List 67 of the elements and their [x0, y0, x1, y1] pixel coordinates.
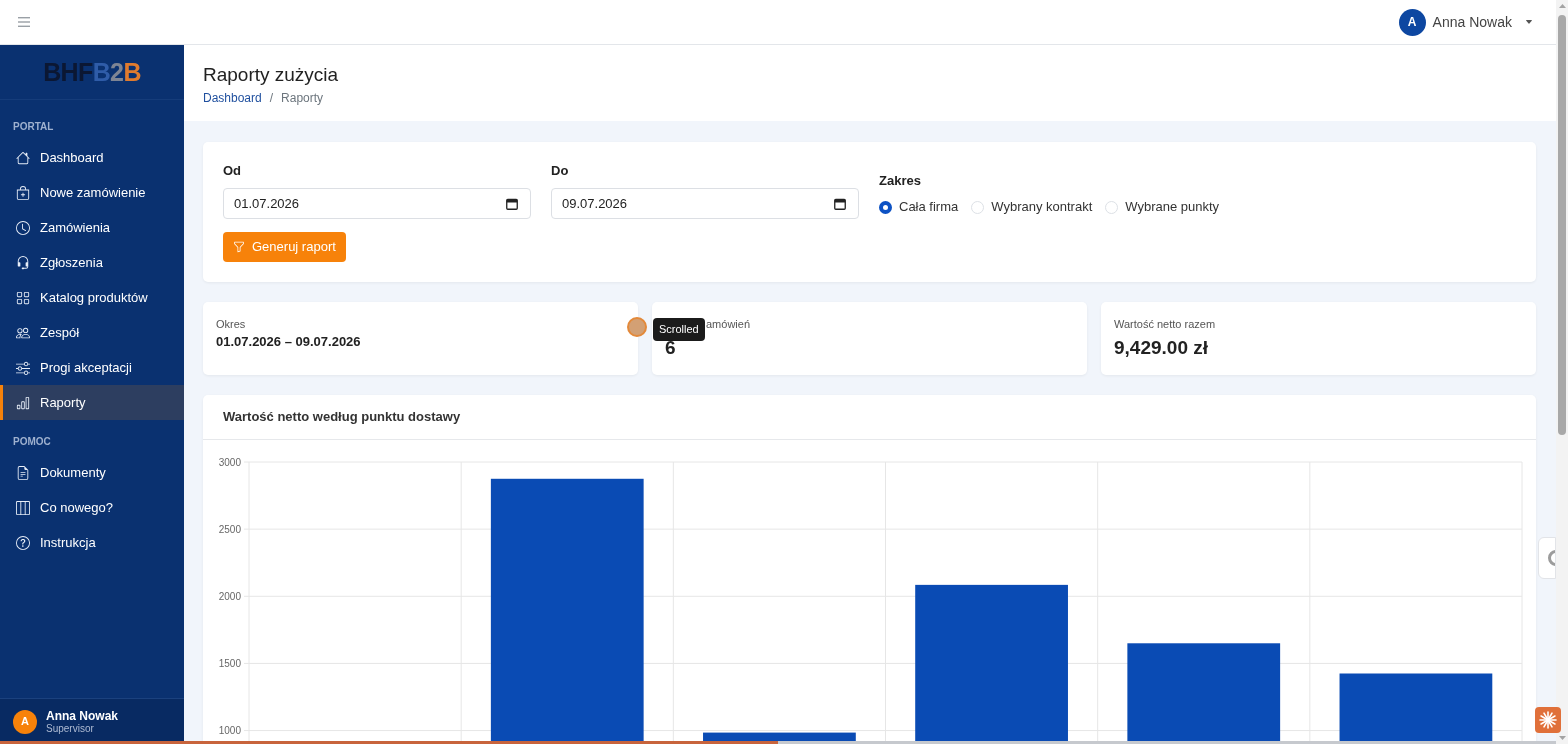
assistant-button[interactable] [1535, 707, 1561, 733]
stat-label: amówień [706, 318, 751, 331]
date-field[interactable]: 01.07.2026 [223, 188, 531, 219]
page-title: Raporty zużycia [203, 64, 340, 86]
nav-item[interactable]: Zgłoszenia [0, 245, 184, 280]
radio-option[interactable]: Wybrane punkty [1105, 198, 1220, 216]
radio-button[interactable] [879, 200, 892, 214]
bag-plus-icon [16, 185, 30, 200]
section-heading: POMOC [13, 436, 51, 448]
y-axis-tick-label: 2500 [218, 523, 241, 535]
clock-icon [16, 220, 30, 235]
nav-item[interactable]: Progi akceptacji [0, 350, 184, 385]
headset-icon [16, 255, 30, 270]
field-label: Do [551, 162, 570, 180]
caret-icon[interactable] [1525, 18, 1533, 26]
radio-option[interactable]: Cała firma [879, 198, 959, 216]
user-menu[interactable]: Anna Nowak [1432, 11, 1512, 33]
filter-icon [233, 241, 245, 253]
logo[interactable]: BHFB2B [43, 58, 141, 86]
y-axis-tick-label: 2000 [218, 590, 241, 602]
y-axis-tick-label: 3000 [218, 456, 241, 468]
nav-item[interactable]: Katalog produktów [0, 280, 184, 315]
user-avatar[interactable]: A [1398, 8, 1426, 36]
stat-label: Wartość netto razem [1114, 318, 1216, 331]
scroll-down-arrow-icon[interactable] [1558, 736, 1566, 740]
breadcrumb-current: Raporty [281, 90, 324, 106]
field-label: Zakres [879, 172, 922, 190]
people-icon [16, 325, 30, 340]
section-heading: PORTAL [13, 121, 54, 133]
cursor-marker-icon [627, 317, 647, 337]
nav-item[interactable]: Co nowego? [0, 490, 184, 525]
bar-chart-icon [16, 395, 30, 410]
radio-option[interactable]: Wybrany kontrakt [971, 198, 1093, 216]
nav-item[interactable]: Zespół [0, 315, 184, 350]
scroll-up-arrow-icon[interactable] [1558, 4, 1566, 8]
scrollbar[interactable] [1556, 0, 1568, 744]
stat-value: 01.07.2026 – 09.07.2026 [216, 335, 361, 349]
calendar-icon[interactable] [506, 197, 518, 210]
nav-item[interactable]: Zamówienia [0, 210, 184, 245]
y-axis-tick-label: 1500 [218, 657, 241, 669]
stat-label: Okres [216, 318, 246, 331]
nav-item[interactable]: Raporty [0, 385, 184, 420]
scrollbar-thumb[interactable] [1558, 15, 1566, 435]
side-panel-tab[interactable] [1538, 537, 1556, 579]
stat-value: 9,429.00 zł [1114, 337, 1209, 359]
tooltip: Scrolled [653, 318, 705, 341]
nav-item[interactable]: Dashboard [0, 140, 184, 175]
nav-item[interactable]: Dokumenty [0, 455, 184, 490]
date-field[interactable]: 09.07.2026 [551, 188, 859, 219]
nav-item[interactable]: Nowe zamówienie [0, 175, 184, 210]
document-icon [16, 465, 30, 480]
house-icon [16, 150, 30, 165]
breadcrumb-link[interactable]: Dashboard [203, 90, 262, 106]
grid-icon [16, 290, 30, 305]
calendar-icon[interactable] [834, 197, 846, 210]
breadcrumb-separator: / [269, 90, 274, 106]
y-axis-tick-label: 1000 [218, 725, 241, 737]
sliders-icon [16, 360, 30, 375]
burst-icon [1539, 711, 1557, 729]
field-label: Od [223, 162, 243, 180]
user-name: Anna Nowak [46, 709, 118, 723]
columns-icon [16, 500, 30, 515]
nav-item[interactable]: Instrukcja [0, 525, 184, 560]
chart-title: Wartość netto według punktu dostawy [223, 408, 461, 427]
user-role: Supervisor [46, 722, 95, 734]
menu-icon[interactable] [18, 17, 30, 27]
help-icon [16, 535, 30, 550]
